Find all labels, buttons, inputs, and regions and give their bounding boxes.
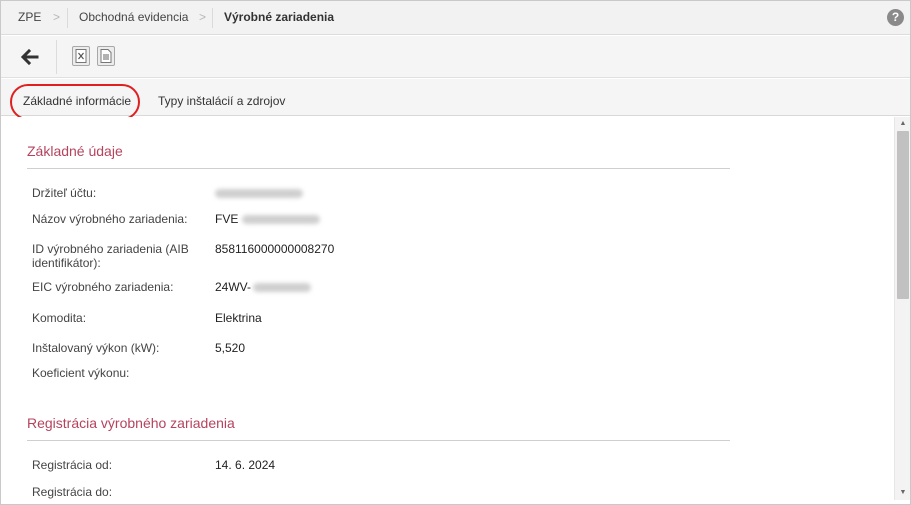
excel-export-icon [75, 49, 87, 63]
section-divider [27, 440, 730, 441]
field-value-registracia-od: 14. 6. 2024 [215, 458, 276, 472]
section-title-registracia: Registrácia výrobného zariadenia [27, 415, 235, 431]
tab-bar: Základné informácie Typy inštalácií a zd… [1, 79, 910, 116]
redacted-text [242, 215, 321, 225]
field-value-id: 858116000000008270 [215, 242, 335, 256]
field-label-drzitel-uctu: Držiteľ účtu: [32, 186, 97, 200]
scroll-down-arrow-icon[interactable]: ▼ [895, 486, 911, 500]
export-excel-button[interactable] [72, 46, 90, 66]
field-label-instalovany-vykon: Inštalovaný výkon (kW): [32, 341, 160, 355]
document-export-icon [100, 49, 112, 63]
toolbar [1, 36, 910, 78]
field-value-eic: 24WV- [215, 280, 312, 294]
field-value-drzitel-uctu [215, 186, 303, 200]
detail-content: Základné údaje Držiteľ účtu: Názov výrob… [1, 117, 894, 500]
breadcrumb-separator: > [53, 10, 61, 24]
breadcrumb-separator: > [199, 10, 207, 24]
breadcrumb-divider [212, 8, 213, 28]
export-document-button[interactable] [97, 46, 115, 66]
breadcrumb-item-obchodna-evidencia[interactable]: Obchodná evidencia [79, 1, 188, 35]
tab-typy-instalacii[interactable]: Typy inštalácií a zdrojov [158, 79, 285, 116]
field-value-komodita: Elektrina [215, 311, 262, 325]
back-button[interactable] [17, 45, 41, 69]
section-title-zakladne-udaje: Základné údaje [27, 143, 123, 159]
scroll-up-arrow-icon[interactable]: ▲ [895, 117, 911, 131]
field-label-nazov: Názov výrobného zariadenia: [32, 212, 188, 226]
breadcrumb-divider [67, 8, 68, 28]
field-value-instalovany-vykon: 5,520 [215, 341, 246, 355]
field-label-koeficient: Koeficient výkonu: [32, 366, 130, 380]
vertical-scrollbar[interactable]: ▲ ▼ [894, 117, 910, 500]
field-label-id: ID výrobného zariadenia (AIB identifikát… [32, 242, 189, 270]
toolbar-divider [56, 40, 57, 74]
scrollbar-thumb[interactable] [897, 131, 909, 299]
field-label-eic: EIC výrobného zariadenia: [32, 280, 174, 294]
breadcrumb-item-zpe[interactable]: ZPE [18, 1, 41, 35]
breadcrumb: ZPE > Obchodná evidencia > Výrobné zaria… [1, 1, 910, 35]
app-window: ZPE > Obchodná evidencia > Výrobné zaria… [0, 0, 911, 505]
field-label-registracia-do: Registrácia do: [32, 485, 113, 499]
redacted-text [215, 189, 303, 199]
arrow-left-icon [20, 48, 39, 66]
breadcrumb-item-current: Výrobné zariadenia [224, 10, 335, 24]
field-value-nazov: FVE [215, 212, 321, 226]
field-label-registracia-od: Registrácia od: [32, 458, 113, 472]
section-divider [27, 168, 730, 169]
tab-zakladne-informacie[interactable]: Základné informácie [23, 79, 131, 116]
help-icon[interactable]: ? [887, 9, 904, 26]
redacted-text [253, 283, 312, 293]
field-label-komodita: Komodita: [32, 311, 87, 325]
